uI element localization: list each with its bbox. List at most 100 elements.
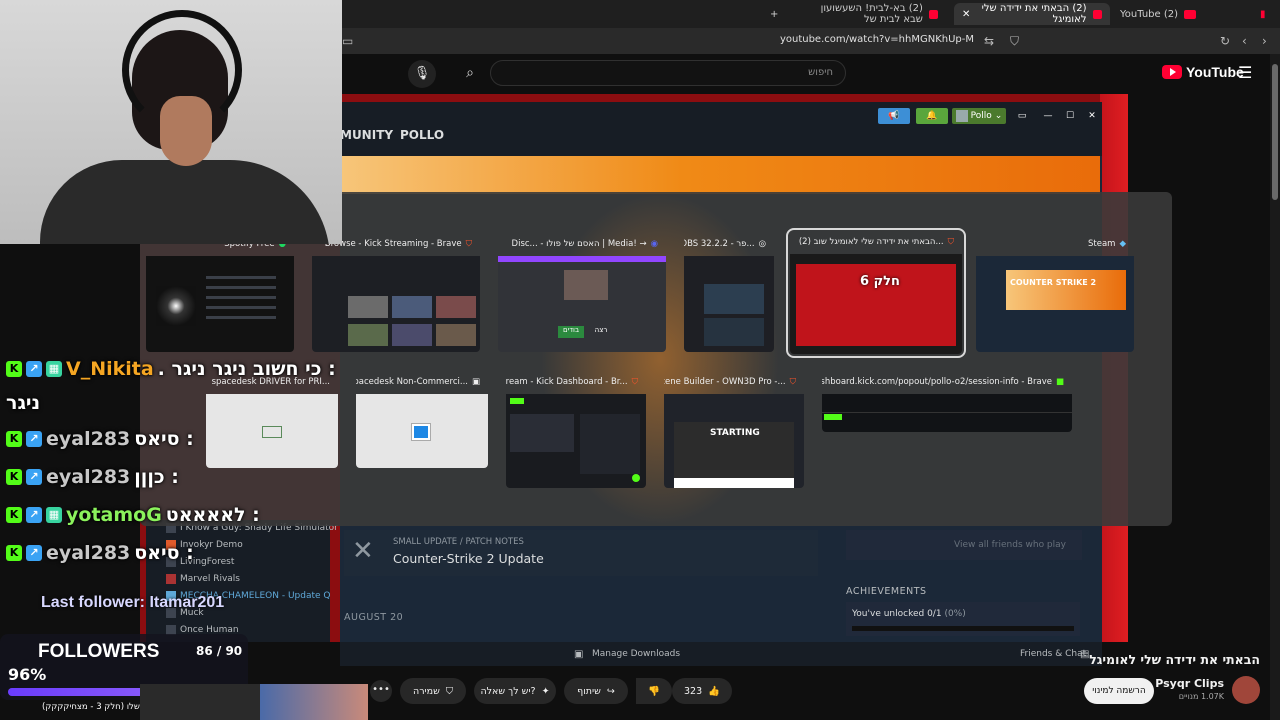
thumbs-up-icon: 👍 bbox=[708, 685, 720, 697]
share-button[interactable]: שיתוף ↪ bbox=[564, 678, 628, 704]
reload-icon[interactable]: ↻ bbox=[1220, 34, 1230, 48]
chat-message: K ↗ eyal283 : כןןן bbox=[6, 466, 179, 488]
followers-label: FOLLOWERS bbox=[38, 641, 160, 662]
youtube-play-icon bbox=[1162, 65, 1182, 79]
tab-youtube-home[interactable]: (2) YouTube bbox=[1112, 3, 1204, 25]
window-thumb-spacedesk-driver[interactable]: spacedesk DRIVER for PRI... bbox=[206, 372, 338, 468]
steam-nav-profile[interactable]: POLLO bbox=[400, 128, 444, 142]
back-icon[interactable]: ‹ bbox=[1242, 34, 1247, 48]
chat-message: K ↗ ▦ V_Nikita : כי חשוב ניגר ניגר . bbox=[6, 358, 336, 380]
search-input[interactable]: חיפוש bbox=[490, 60, 846, 86]
achievements-pct: (0%) bbox=[944, 609, 966, 619]
steam-minimize-icon[interactable]: — bbox=[1042, 108, 1054, 124]
kick-badge-icon: K bbox=[6, 469, 22, 485]
dislike-button[interactable]: 👎 bbox=[636, 678, 672, 704]
patch-type: SMALL UPDATE / PATCH NOTES bbox=[393, 537, 524, 547]
like-button[interactable]: 323 👍 bbox=[672, 678, 732, 704]
channel-avatar[interactable] bbox=[1232, 676, 1260, 704]
recommended-thumbnail[interactable] bbox=[140, 684, 368, 720]
bookmark-icon[interactable]: ⛉ bbox=[1010, 34, 1019, 49]
library-game-item[interactable]: Marvel Rivals bbox=[166, 574, 240, 584]
last-follower-label: Last follower: Itamar201 bbox=[41, 594, 225, 611]
brave-icon: ⛉ bbox=[465, 239, 472, 249]
chat-text: ניגר bbox=[6, 392, 41, 414]
achievements-text: You've unlocked 0/1 bbox=[852, 609, 942, 619]
thumbs-down-icon: 👎 bbox=[648, 685, 660, 697]
channel-subscribers: 1.07K מנויים bbox=[1178, 692, 1224, 701]
kick-badge-icon: K bbox=[6, 507, 22, 523]
steam-nav-community[interactable]: MUNITY bbox=[340, 128, 393, 142]
chat-message: K ↗ eyal283 : סיאס bbox=[6, 428, 194, 450]
search-icon[interactable]: ⌕ bbox=[452, 60, 488, 86]
kick-badge-icon: K bbox=[6, 361, 22, 377]
steam-avatar bbox=[955, 110, 968, 122]
chat-username: eyal283 bbox=[46, 542, 131, 564]
youtube-tab-icon bbox=[928, 9, 938, 19]
steam-notifications-button[interactable]: 🔔 bbox=[916, 108, 948, 124]
steam-game-banner bbox=[340, 156, 1100, 194]
ask-button[interactable]: יש לך שאלה? ✦ bbox=[474, 678, 556, 704]
window-thumb-youtube[interactable]: (2) הבאתי את ידידה שלי לאומיגל שוב... ⛉ ח… bbox=[786, 228, 966, 358]
tab-current-video[interactable]: (2) הבאתי את ידידה שלי לאומיגל ✕ bbox=[954, 3, 1110, 25]
tab-label: (2) בא-לבית! השעשועון שבא לבית של bbox=[820, 3, 923, 25]
youtube-tab-icon bbox=[1184, 9, 1197, 19]
window-thumb-steam[interactable]: Steam ◆ COUNTER STRIKE 2 bbox=[976, 234, 1134, 352]
youtube-tab-icon bbox=[1092, 9, 1102, 19]
album-art bbox=[156, 286, 196, 326]
save-button[interactable]: שמירה ⛉ bbox=[400, 678, 466, 704]
window-thumb-spotify[interactable]: Spotify Free ● bbox=[146, 234, 294, 352]
youtube-pinned-icon[interactable]: ▮ bbox=[1252, 3, 1274, 25]
achievements-header: ACHIEVEMENTS bbox=[846, 586, 927, 597]
steam-bigpicture-icon[interactable]: ▭ bbox=[1016, 108, 1028, 124]
window-thumb-discord[interactable]: Disc... - האסם של פולו | Media! → ◉ בודים… bbox=[498, 234, 666, 352]
brave-icon: ⛉ bbox=[789, 377, 796, 387]
game-icon bbox=[166, 574, 176, 584]
chat-username: V_Nikita bbox=[66, 358, 154, 380]
obs-icon: ◎ bbox=[758, 239, 766, 249]
window-thumb-scene-builder[interactable]: Scene Builder - OWN3D Pro -... ⛉ STARTING bbox=[664, 372, 804, 488]
achievements-box[interactable]: You've unlocked 0/1 (0%) bbox=[846, 602, 1080, 636]
menu-icon[interactable]: ☰ bbox=[1238, 63, 1252, 82]
page-scrollbar-thumb[interactable] bbox=[1272, 64, 1278, 200]
voice-search-icon[interactable]: 🎙 bbox=[408, 60, 436, 88]
chat-username: yotamoG bbox=[66, 504, 162, 526]
subscribe-button[interactable]: הרשמה למינוי bbox=[1084, 678, 1154, 704]
sub-badge-icon: ↗ bbox=[26, 361, 42, 377]
tune-icon[interactable]: ⇆ bbox=[984, 34, 994, 48]
news-date-header: AUGUST 20 bbox=[344, 612, 404, 623]
youtube-logo[interactable]: YouTube bbox=[1162, 64, 1244, 80]
brave-icon: ⛉ bbox=[947, 237, 954, 247]
steam-nav: MUNITY POLLO bbox=[340, 126, 1102, 156]
steam-user-menu[interactable]: Pollo ⌄ bbox=[952, 108, 1006, 124]
forward-icon[interactable]: › bbox=[1262, 34, 1267, 48]
friends-chat-link[interactable]: Friends & Chat bbox=[1020, 649, 1086, 659]
more-actions-button[interactable]: ••• bbox=[370, 680, 392, 702]
chat-text: : סיאס bbox=[134, 542, 194, 564]
tools-icon: ✕ bbox=[352, 536, 374, 566]
streamer-body bbox=[40, 160, 330, 244]
chat-text: : כי חשוב ניגר ניגר . bbox=[157, 358, 336, 380]
brave-icon: ⛉ bbox=[631, 377, 638, 387]
bookmark-icon: ⛉ bbox=[445, 685, 454, 697]
window-thumb-kick-browse[interactable]: Browse - Kick Streaming - Brave ⛉ bbox=[312, 234, 480, 352]
tab-other-video[interactable]: (2) בא-לבית! השעשועון שבא לבית של bbox=[790, 3, 946, 25]
steam-maximize-icon[interactable]: ☐ bbox=[1064, 108, 1076, 124]
window-thumb-obs[interactable]: OBS 32.2.2 - פר... ◎ bbox=[684, 234, 774, 352]
chat-text: : סיאס bbox=[134, 428, 194, 450]
chevron-down-icon: ⌄ bbox=[994, 111, 1003, 121]
steam-broadcast-button[interactable]: 📢 bbox=[878, 108, 910, 124]
new-tab-button[interactable]: + bbox=[762, 3, 786, 25]
patch-title: Counter-Strike 2 Update bbox=[393, 551, 544, 566]
channel-name[interactable]: Psyqr Clips bbox=[1155, 677, 1224, 690]
steam-close-icon[interactable]: ✕ bbox=[1086, 108, 1098, 124]
window-thumb-kick-dashboard[interactable]: Stream - Kick Dashboard - Br... ⛉ bbox=[506, 372, 646, 488]
friends-who-play-box[interactable]: View all friends who play bbox=[846, 530, 1082, 560]
window-thumb-spacedesk-noncommercial[interactable]: spacedesk Non-Commerci... ▣ bbox=[356, 372, 488, 468]
close-tab-icon[interactable]: ✕ bbox=[962, 9, 970, 20]
followers-percent: 96% bbox=[8, 665, 47, 684]
steam-bottom-bar: ▣ Manage Downloads Friends & Chat ▤ bbox=[340, 642, 1102, 666]
screen-icon[interactable]: ▭ bbox=[342, 34, 353, 48]
window-thumb-kick-session[interactable]: dashboard.kick.com/popout/pollo-o2/sessi… bbox=[822, 372, 1072, 432]
url-field[interactable]: youtube.com/watch?v=hhMGNKhUp-M bbox=[780, 34, 974, 45]
manage-downloads-link[interactable]: Manage Downloads bbox=[592, 649, 680, 659]
